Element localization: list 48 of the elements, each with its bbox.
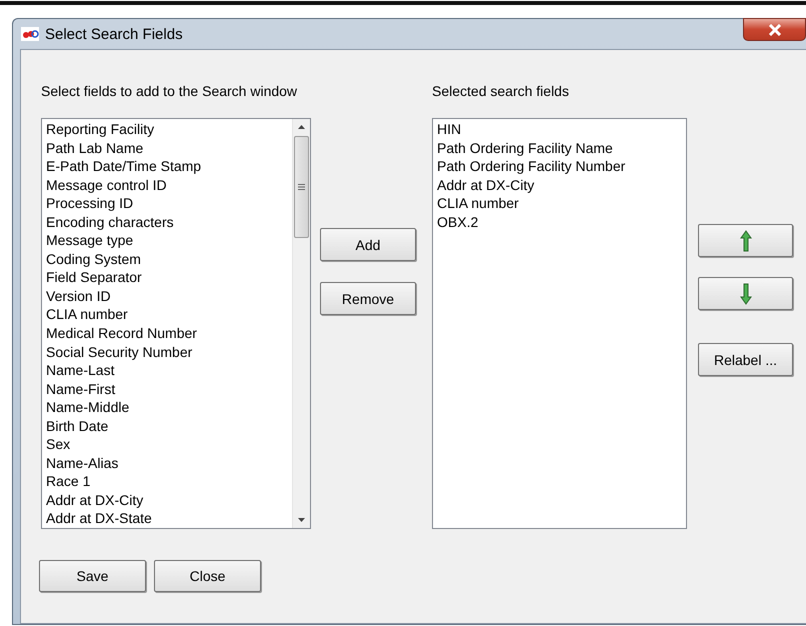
list-item[interactable]: Field Separator <box>46 268 288 287</box>
save-button[interactable]: Save <box>39 560 146 592</box>
list-item[interactable]: Medical Record Number <box>46 324 288 343</box>
up-arrow-icon <box>740 230 752 252</box>
list-item[interactable]: Encoding characters <box>46 212 288 232</box>
scroll-thumb[interactable] <box>294 136 309 238</box>
list-item[interactable]: Addr at DX-City <box>437 176 682 194</box>
list-item[interactable]: E-Path Date/Time Stamp <box>46 157 288 176</box>
list-item[interactable]: Path Ordering Facility Name <box>437 138 682 158</box>
selected-fields-list[interactable]: HIN Path Ordering Facility Name Path Ordering Facility Number Addr at DX-City CLIA number OBX.2 <box>432 118 687 529</box>
list-item[interactable]: Message control ID <box>46 176 288 194</box>
grip-icon <box>298 183 305 191</box>
scrollbar[interactable] <box>292 119 310 528</box>
list-label: Select fields to add to the Search window <box>41 83 298 101</box>
relabel-button[interactable]: Relabel ... <box>698 343 793 376</box>
window-title: Select Search Fields <box>45 26 183 42</box>
close-icon <box>768 24 782 36</box>
list-item[interactable]: CLIA number <box>46 305 288 324</box>
list-item[interactable]: Name-Last <box>46 361 288 380</box>
list-item[interactable]: Path Ordering Facility Number <box>437 157 682 176</box>
list-item[interactable]: Addr at DX-State <box>46 509 288 528</box>
list-item[interactable]: Name-Alias <box>46 454 288 472</box>
list-item[interactable]: Race 1 <box>46 472 288 491</box>
list-label: Selected search fields <box>432 83 570 101</box>
list-item[interactable]: CLIA number <box>437 194 682 213</box>
list-item[interactable]: Birth Date <box>46 416 288 436</box>
list-item[interactable]: HIN <box>437 120 682 139</box>
remove-button[interactable]: Remove <box>320 282 416 315</box>
close-button[interactable] <box>743 18 806 41</box>
list-item[interactable]: Coding System <box>46 250 288 268</box>
available-fields-list[interactable] <box>41 118 311 529</box>
move-up-button[interactable] <box>698 224 793 257</box>
list-item[interactable]: Version ID <box>46 286 288 306</box>
list-item[interactable]: Reporting Facility <box>46 120 288 139</box>
down-arrow-icon <box>740 282 752 304</box>
list-item[interactable]: Message type <box>46 231 288 250</box>
close-dialog-button[interactable]: Close <box>154 560 261 592</box>
move-down-button[interactable] <box>698 277 793 310</box>
app-logo-icon <box>21 27 39 41</box>
list-item[interactable]: OBX.2 <box>437 212 682 232</box>
add-button[interactable]: Add <box>320 228 416 261</box>
list-item[interactable]: Social Security Number <box>46 342 288 362</box>
list-item[interactable]: Name-Middle <box>46 398 288 417</box>
list-item[interactable]: Addr at DX-City <box>46 490 288 510</box>
list-item[interactable]: Processing ID <box>46 194 288 213</box>
list-item[interactable]: Name-First <box>46 380 288 398</box>
list-item[interactable]: Sex <box>46 435 288 454</box>
list-item[interactable]: Path Lab Name <box>46 138 288 158</box>
